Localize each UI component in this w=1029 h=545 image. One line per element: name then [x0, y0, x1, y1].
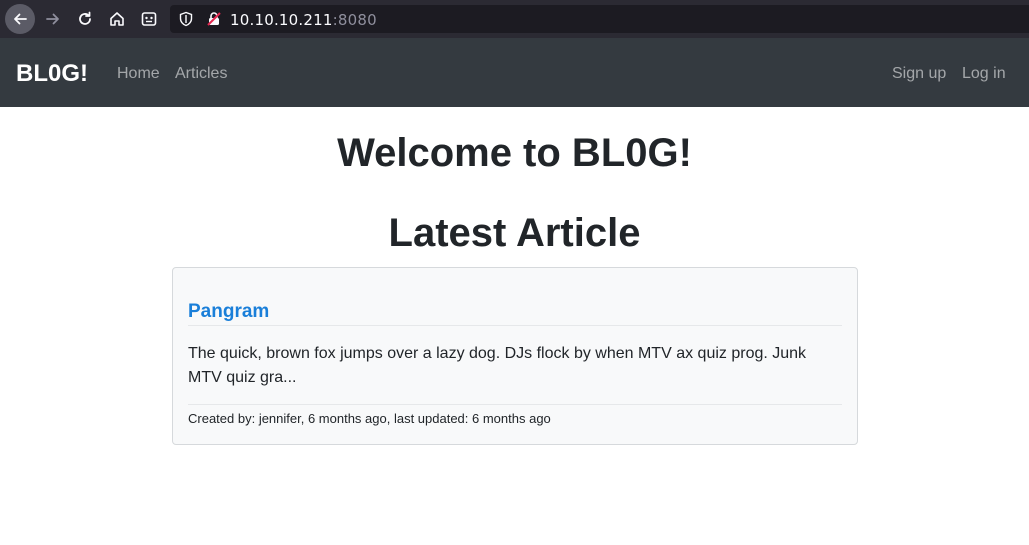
back-button[interactable] — [5, 4, 35, 34]
nav-login-link[interactable]: Log in — [962, 65, 1006, 83]
arrow-right-icon — [46, 13, 59, 25]
url-port: :8080 — [332, 11, 377, 29]
divider — [188, 404, 842, 405]
address-bar[interactable]: 10.10.10.211:8080 — [170, 5, 1029, 33]
article-card: Pangram The quick, brown fox jumps over … — [172, 267, 858, 445]
reload-button[interactable] — [70, 4, 100, 34]
reader-view-button[interactable] — [134, 4, 164, 34]
home-button[interactable] — [102, 4, 132, 34]
nav-home-link[interactable]: Home — [117, 65, 160, 83]
nav-signup-link[interactable]: Sign up — [892, 65, 946, 83]
article-title-link[interactable]: Pangram — [188, 301, 269, 323]
reader-view-icon — [141, 12, 157, 26]
divider — [188, 325, 842, 326]
url-host: 10.10.10.211 — [230, 11, 333, 29]
page-title: Welcome to BL0G! — [337, 131, 692, 175]
article-excerpt: The quick, brown fox jumps over a lazy d… — [188, 345, 807, 386]
article-meta: Created by: jennifer, 6 months ago, last… — [188, 411, 551, 426]
browser-toolbar: 10.10.10.211:8080 — [0, 0, 1029, 38]
home-icon — [110, 12, 124, 26]
shield-icon[interactable] — [178, 11, 194, 27]
site-brand[interactable]: BL0G! — [16, 60, 88, 88]
arrow-left-icon — [14, 13, 27, 25]
url-text: 10.10.10.211:8080 — [230, 11, 377, 29]
reload-icon — [79, 11, 91, 25]
latest-article-heading: Latest Article — [388, 211, 641, 255]
insecure-lock-icon[interactable] — [206, 11, 222, 27]
nav-articles-link[interactable]: Articles — [175, 65, 227, 83]
site-navbar: BL0G! Home Articles Sign up Log in — [0, 38, 1029, 107]
forward-button[interactable] — [38, 4, 68, 34]
